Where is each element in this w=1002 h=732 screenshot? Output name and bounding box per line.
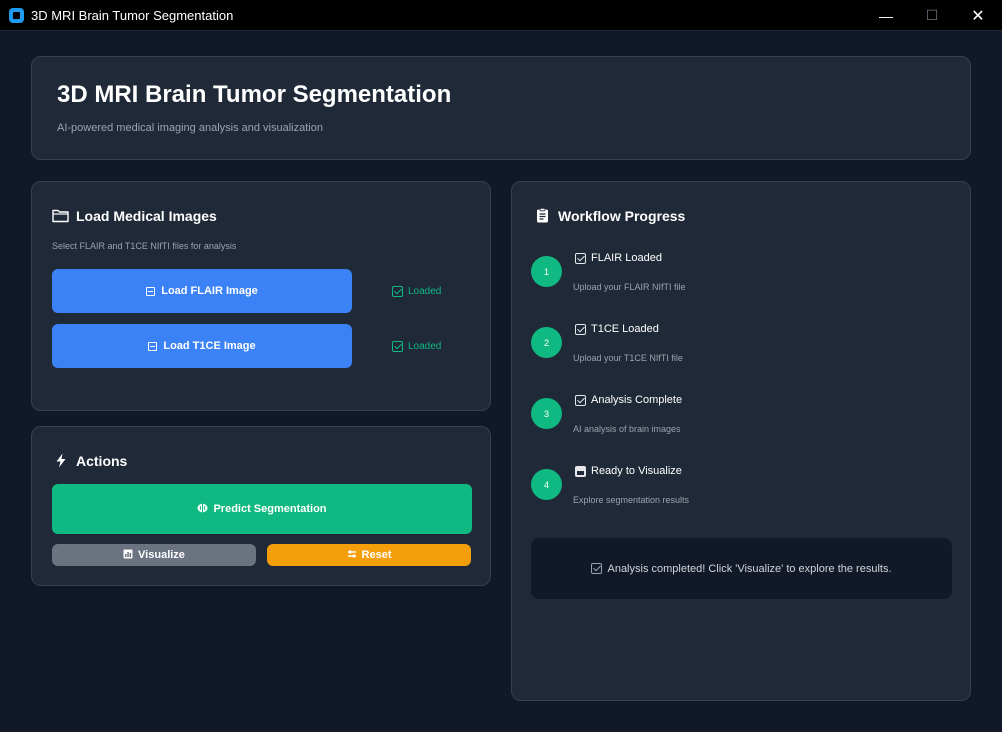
minimize-button[interactable]: — (863, 0, 909, 31)
chart-icon (123, 549, 133, 562)
reset-button[interactable]: Reset (267, 544, 471, 566)
status-message-text: Analysis completed! Click 'Visualize' to… (607, 562, 892, 575)
lightning-icon (52, 452, 69, 469)
load-images-description: Select FLAIR and T1CE NIfTI files for an… (52, 241, 237, 251)
document-icon (146, 286, 156, 296)
visualize-label: Visualize (138, 549, 185, 561)
close-button[interactable]: ✕ (955, 0, 1001, 31)
app-icon (9, 8, 24, 23)
t1ce-status: Loaded (392, 341, 441, 352)
step-title-2: T1CE Loaded (575, 323, 659, 335)
step-desc-4: Explore segmentation results (573, 495, 690, 505)
step-number-4: 4 (531, 469, 562, 500)
brain-icon (197, 503, 208, 516)
step-title-1-label: FLAIR Loaded (591, 252, 662, 264)
flair-status: Loaded (392, 286, 441, 297)
checkbox-icon (575, 394, 586, 406)
step-number-3: 3 (531, 398, 562, 429)
load-t1ce-button[interactable]: Load T1CE Image (52, 324, 352, 368)
checkbox-icon (575, 323, 586, 335)
step-desc-2: Upload your T1CE NIfTI file (573, 353, 683, 363)
page-subtitle: AI-powered medical imaging analysis and … (57, 122, 323, 134)
chart-icon (575, 465, 586, 477)
window-titlebar: 3D MRI Brain Tumor Segmentation — ☐ ✕ (0, 0, 1002, 31)
checkbox-icon (591, 563, 603, 574)
step-title-4-label: Ready to Visualize (591, 465, 682, 477)
actions-title: Actions (76, 452, 128, 469)
step-title-2-label: T1CE Loaded (591, 323, 659, 335)
load-t1ce-label: Load T1CE Image (163, 340, 256, 352)
step-desc-3: AI analysis of brain images (573, 424, 681, 434)
step-title-3-label: Analysis Complete (591, 394, 683, 406)
document-icon (148, 341, 158, 351)
step-title-1: FLAIR Loaded (575, 252, 662, 264)
visualize-button[interactable]: Visualize (52, 544, 256, 566)
clipboard-icon (534, 207, 551, 224)
actions-heading: Actions (52, 452, 127, 469)
load-images-title: Load Medical Images (76, 207, 217, 224)
load-images-card: Load Medical Images Select FLAIR and T1C… (31, 181, 491, 411)
checkbox-icon (392, 341, 403, 352)
workflow-card: Workflow Progress 1 FLAIR Loaded Upload … (511, 181, 971, 701)
flair-status-label: Loaded (408, 286, 442, 297)
folder-icon (52, 207, 69, 224)
actions-card: Actions Predict Segmentation Visualize R… (31, 426, 491, 586)
step-title-4: Ready to Visualize (575, 465, 682, 477)
workflow-title: Workflow Progress (558, 207, 686, 224)
load-flair-button[interactable]: Load FLAIR Image (52, 269, 352, 313)
page-title: 3D MRI Brain Tumor Segmentation (57, 81, 452, 108)
t1ce-status-label: Loaded (408, 341, 442, 352)
load-flair-label: Load FLAIR Image (161, 285, 258, 297)
step-number-1: 1 (531, 256, 562, 287)
status-message: Analysis completed! Click 'Visualize' to… (531, 538, 952, 599)
window-title: 3D MRI Brain Tumor Segmentation (31, 8, 234, 23)
workflow-heading: Workflow Progress (534, 207, 685, 224)
checkbox-icon (575, 252, 586, 264)
reset-label: Reset (361, 549, 392, 561)
checkbox-icon (392, 286, 403, 297)
maximize-button[interactable]: ☐ (909, 0, 955, 31)
load-images-heading: Load Medical Images (52, 207, 217, 224)
header-card: 3D MRI Brain Tumor Segmentation AI-power… (31, 56, 971, 160)
reset-icon (347, 549, 357, 562)
predict-segmentation-button[interactable]: Predict Segmentation (52, 484, 472, 534)
step-number-2: 2 (531, 327, 562, 358)
step-title-3: Analysis Complete (575, 394, 682, 406)
predict-label: Predict Segmentation (213, 503, 327, 515)
step-desc-1: Upload your FLAIR NIfTI file (573, 282, 686, 292)
